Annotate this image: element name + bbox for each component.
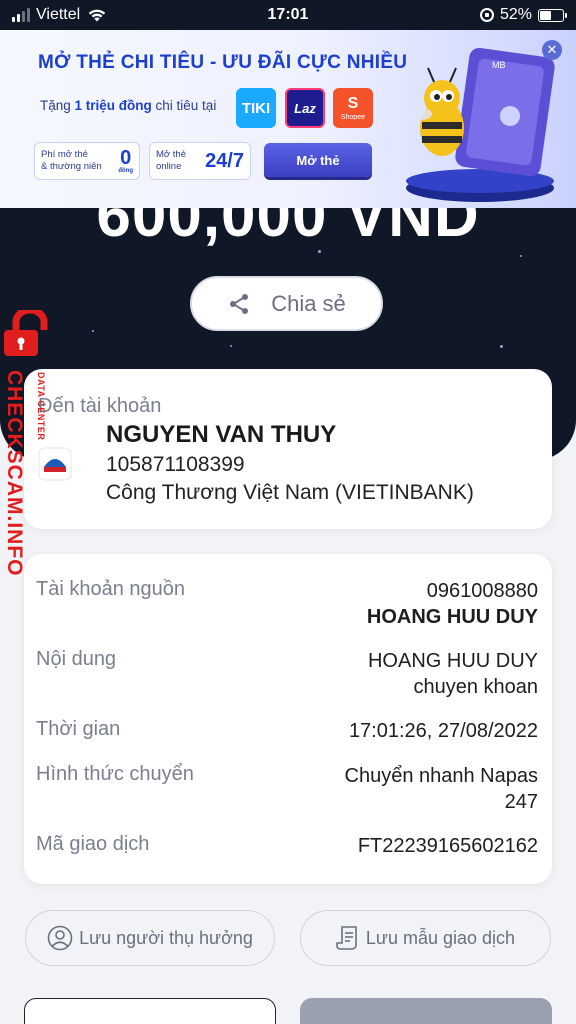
lazada-logo: Laz <box>285 88 325 128</box>
primary-bottom-button[interactable] <box>300 998 552 1024</box>
save-template-button[interactable]: Lưu mẫu giao dịch <box>300 910 551 966</box>
detail-row-source: Tài khoản nguồn 0961008880 HOANG HUU DUY <box>36 578 538 630</box>
carrier-name: Viettel <box>36 6 81 23</box>
detail-row-content: Nội dung HOANG HUU DUY chuyen khoan <box>36 648 538 700</box>
method-label: Hình thức chuyển <box>36 763 194 785</box>
open-card-button[interactable]: Mở thẻ <box>264 143 372 177</box>
detail-row-transaction-id: Mã giao dịch FT22239165602162 <box>36 833 538 859</box>
battery-level <box>540 10 552 20</box>
star-decoration <box>230 345 232 347</box>
save-recipient-button[interactable]: Lưu người thụ hưởng <box>25 910 275 966</box>
detail-row-time: Thời gian 17:01:26, 27/08/2022 <box>36 718 538 744</box>
method-line-1: Chuyển nhanh Napas <box>344 765 538 787</box>
battery-icon <box>538 8 567 22</box>
battery-percent: 52% <box>499 6 532 23</box>
promo-banner[interactable]: MỞ THẺ CHI TIÊU - ƯU ĐÃI CỰC NHIỀU Tặng … <box>0 30 576 208</box>
shopee-logo: S Shopee <box>333 88 373 128</box>
secondary-bottom-button[interactable] <box>24 998 276 1024</box>
close-banner-button[interactable]: ✕ <box>542 40 562 60</box>
status-bar: Viettel 17:01 52% <box>0 0 576 30</box>
content-line-1: HOANG HUU DUY <box>367 650 538 672</box>
destination-account-card: Đến tài khoản NGUYEN VAN THUY 1058711083… <box>24 369 552 529</box>
source-account-number: 0961008880 <box>426 580 538 602</box>
transaction-details-card: Tài khoản nguồn 0961008880 HOANG HUU DUY… <box>24 554 552 884</box>
svg-text:MB: MB <box>492 60 506 70</box>
fee-info-pill: Phí mở thẻ & thường niên 0 đồng <box>34 142 140 180</box>
transaction-id-label: Mã giao dịch <box>36 833 150 855</box>
star-decoration <box>92 330 94 332</box>
share-label: Chia sẻ <box>271 290 346 316</box>
padlock-icon <box>4 306 48 356</box>
save-recipient-label: Lưu người thụ hưởng <box>79 927 253 948</box>
cellular-signal-icon <box>12 8 30 22</box>
tiki-logo: TIKI <box>236 88 276 128</box>
time-value: 17:01:26, 27/08/2022 <box>348 720 538 742</box>
share-icon <box>230 293 249 314</box>
bee-mascot-card-illustration: MB <box>406 47 555 202</box>
content-line-2: chuyen khoan <box>413 676 538 698</box>
transaction-id-value: FT22239165602162 <box>357 835 538 857</box>
recipient-account-number: 105871108399 <box>106 453 245 476</box>
recipient-bank-name: Công Thương Việt Nam (VIETINBANK) <box>106 481 474 504</box>
wifi-icon <box>88 9 106 22</box>
method-line-2: 247 <box>504 791 538 813</box>
receipt-icon <box>336 926 357 950</box>
promo-title: MỞ THẺ CHI TIÊU - ƯU ĐÃI CỰC NHIỀU <box>38 52 408 73</box>
online-info-pill: Mở thẻ online 24/7 <box>149 142 251 180</box>
orientation-lock-icon <box>479 8 494 22</box>
time-label: Thời gian <box>36 718 121 740</box>
share-button[interactable]: Chia sẻ <box>190 276 383 331</box>
save-template-label: Lưu mẫu giao dịch <box>365 927 516 948</box>
recipient-name: NGUYEN VAN THUY <box>106 421 337 448</box>
star-decoration <box>520 255 522 257</box>
source-account-name: HOANG HUU DUY <box>366 606 538 628</box>
promo-subtitle: Tặng 1 triệu đồng chi tiêu tại <box>40 98 217 113</box>
user-icon <box>47 925 73 951</box>
shopee-bag-icon: S <box>347 94 359 112</box>
star-decoration <box>500 345 503 348</box>
detail-row-method: Hình thức chuyển Chuyển nhanh Napas 247 <box>36 763 538 815</box>
content-label: Nội dung <box>36 648 117 670</box>
checkscam-watermark: CHECKSCAM.INFO DATA CENTER <box>0 306 62 600</box>
